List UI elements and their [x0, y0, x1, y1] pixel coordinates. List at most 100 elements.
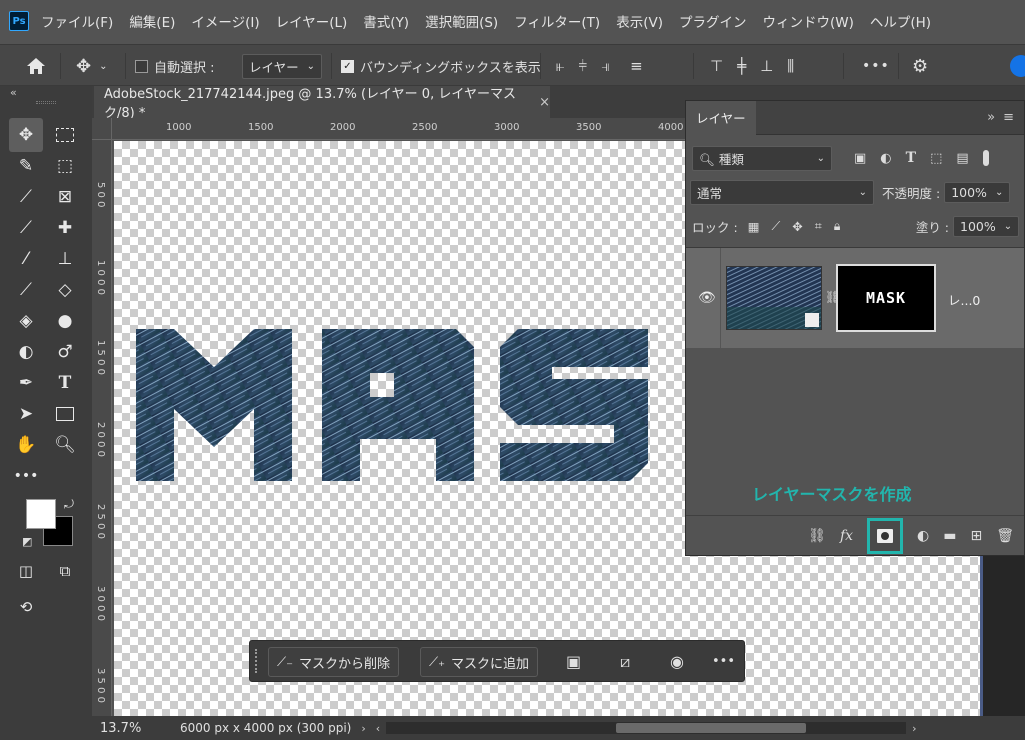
- auto-select-checkbox[interactable]: [135, 59, 148, 73]
- zoom-level[interactable]: 13.7%: [100, 721, 160, 736]
- distribute-icon[interactable]: ⫼: [787, 57, 794, 75]
- generative-tool-icon[interactable]: ⟲: [9, 590, 43, 624]
- lock-position-icon[interactable]: ✥: [792, 219, 802, 234]
- share-button[interactable]: [1010, 55, 1025, 77]
- drag-handle[interactable]: [255, 649, 259, 673]
- folder-icon[interactable]: ▬: [943, 528, 956, 544]
- menu-filter[interactable]: フィルター(T): [514, 11, 600, 31]
- align-vcenter-icon[interactable]: ╪: [737, 57, 746, 75]
- menu-edit[interactable]: 編集(E): [129, 11, 175, 31]
- paint-bucket-tool-icon[interactable]: ◈: [9, 304, 43, 338]
- gear-icon[interactable]: ⚙: [912, 45, 928, 87]
- filter-toggle[interactable]: [982, 150, 989, 166]
- adjustment-layer-icon[interactable]: ◐: [917, 528, 929, 544]
- default-colors-icon[interactable]: ◩: [22, 535, 32, 548]
- quick-selection-tool-icon[interactable]: ✎: [9, 149, 43, 183]
- align-left-icon[interactable]: ⫦: [556, 57, 564, 75]
- crop-tool-icon[interactable]: ⟋: [9, 180, 43, 214]
- document-info[interactable]: 6000 px x 4000 px (300 ppi): [180, 721, 351, 735]
- screen-mode-icon[interactable]: ⧉: [48, 554, 82, 588]
- fx-icon[interactable]: fx: [840, 528, 853, 544]
- menu-view[interactable]: 表示(V): [616, 11, 663, 31]
- menu-image[interactable]: イメージ(I): [191, 11, 259, 31]
- close-icon[interactable]: ×: [539, 95, 550, 110]
- more-options-button[interactable]: •••: [862, 45, 890, 87]
- eyedropper-tool-icon[interactable]: ⟋: [9, 211, 43, 245]
- chevron-right-icon[interactable]: ›: [361, 722, 365, 735]
- more-options-button[interactable]: •••: [712, 654, 735, 669]
- align-bottom-edge-icon[interactable]: ⊥: [760, 57, 773, 75]
- scroll-left-icon[interactable]: ‹: [376, 722, 380, 735]
- menu-type[interactable]: 書式(Y): [363, 11, 409, 31]
- menu-file[interactable]: ファイル(F): [41, 11, 113, 31]
- disable-mask-icon[interactable]: ⧄: [620, 652, 630, 672]
- move-tool-preset-picker[interactable]: ✥ ⌄: [76, 45, 107, 87]
- swap-colors-icon[interactable]: ⤾: [64, 497, 74, 512]
- scrollbar-thumb[interactable]: [616, 723, 807, 733]
- layer-name[interactable]: レ...0: [948, 290, 980, 309]
- home-icon[interactable]: [26, 45, 46, 87]
- blur-tool-icon[interactable]: ●: [48, 304, 82, 338]
- menu-layer[interactable]: レイヤー(L): [276, 11, 348, 31]
- marquee-tool-icon[interactable]: [48, 118, 82, 152]
- align-right-icon[interactable]: ⫣: [601, 57, 610, 75]
- layer-row[interactable]: 👁︎ ⛓ MASK レ...0: [686, 248, 1024, 348]
- add-to-mask-button[interactable]: ⟋₊ マスクに追加: [420, 647, 538, 677]
- scroll-right-icon[interactable]: ›: [912, 722, 916, 735]
- rectangle-tool-icon[interactable]: [48, 397, 82, 431]
- brush-tool-icon[interactable]: ⁄: [9, 242, 43, 276]
- dodge-tool-icon[interactable]: ◐: [9, 335, 43, 369]
- add-layer-mask-button[interactable]: [867, 517, 904, 554]
- foreground-color-swatch-top[interactable]: [26, 499, 56, 529]
- fill-input[interactable]: 100% ⌄: [953, 215, 1019, 237]
- quick-mask-icon[interactable]: ◫: [9, 554, 43, 588]
- menu-plugins[interactable]: プラグイン: [679, 11, 747, 31]
- hand-tool-icon[interactable]: ✋: [9, 428, 43, 462]
- bounding-box-checkbox[interactable]: ✓: [341, 59, 354, 73]
- history-brush-tool-icon[interactable]: ⟋: [9, 273, 43, 307]
- new-layer-icon[interactable]: ⊞: [970, 528, 982, 544]
- eye-icon[interactable]: 👁︎: [698, 290, 716, 306]
- align-center-icon[interactable]: ⫩: [578, 57, 587, 75]
- tab-layers[interactable]: レイヤー: [686, 100, 756, 135]
- healing-brush-tool-icon[interactable]: ✚: [48, 211, 82, 245]
- menu-help[interactable]: ヘルプ(H): [870, 11, 931, 31]
- panel-menu-icon[interactable]: ≡: [1003, 110, 1014, 125]
- lock-artboard-icon[interactable]: ⌗: [815, 218, 822, 234]
- path-selection-tool-icon[interactable]: ➤: [9, 397, 43, 431]
- horizontal-scrollbar[interactable]: [386, 722, 907, 734]
- link-layers-icon[interactable]: ⛓: [808, 528, 826, 544]
- filter-adjustment-icon[interactable]: ◐: [880, 151, 891, 166]
- move-tool-icon[interactable]: ✥: [9, 118, 43, 152]
- opacity-input[interactable]: 100% ⌄: [944, 181, 1011, 203]
- view-mask-icon[interactable]: ◉: [670, 652, 684, 671]
- type-tool-icon[interactable]: T: [48, 366, 82, 400]
- pen-tool-icon[interactable]: ✒: [9, 366, 43, 400]
- filter-type-icon[interactable]: T: [906, 150, 916, 166]
- filter-shape-icon[interactable]: ⬚: [930, 151, 942, 166]
- document-tab[interactable]: AdobeStock_217742144.jpeg @ 13.7% (レイヤー …: [94, 86, 550, 121]
- trash-icon[interactable]: 🗑︎: [996, 528, 1014, 544]
- blend-mode-dropdown[interactable]: 通常 ⌄: [690, 179, 874, 205]
- zoom-lens-tool-icon[interactable]: ♂: [48, 335, 82, 369]
- align-top-icon[interactable]: ≡: [630, 57, 643, 75]
- stamp-tool-icon[interactable]: ⊥: [48, 242, 82, 276]
- panel-collapse-icon[interactable]: »: [987, 110, 995, 125]
- menu-select[interactable]: 選択範囲(S): [425, 11, 498, 31]
- menu-window[interactable]: ウィンドウ(W): [762, 11, 853, 31]
- mask-properties-icon[interactable]: ▣: [566, 652, 581, 671]
- lock-image-icon[interactable]: ⟋: [772, 218, 781, 234]
- object-selection-tool-icon[interactable]: ⬚: [48, 149, 82, 183]
- lock-all-icon[interactable]: 🔒︎: [834, 218, 841, 234]
- zoom-tool-icon[interactable]: 🔍︎: [48, 428, 82, 462]
- eraser-tool-icon[interactable]: ◇: [48, 273, 82, 307]
- filter-pixel-icon[interactable]: ▣: [854, 151, 866, 166]
- layer-mask-thumbnail[interactable]: MASK: [836, 264, 936, 332]
- remove-from-mask-button[interactable]: ⟋₋ マスクから削除: [268, 647, 399, 677]
- filter-kind-dropdown[interactable]: 🔍︎ 種類 ⌄: [692, 145, 832, 171]
- align-top-edge-icon[interactable]: ⊤: [710, 57, 723, 75]
- layer-thumbnail[interactable]: [726, 266, 822, 330]
- edit-toolbar-icon[interactable]: •••: [9, 459, 43, 493]
- lock-transparent-icon[interactable]: ▦: [748, 219, 760, 234]
- auto-select-target-dropdown[interactable]: レイヤー ⌄: [242, 53, 323, 79]
